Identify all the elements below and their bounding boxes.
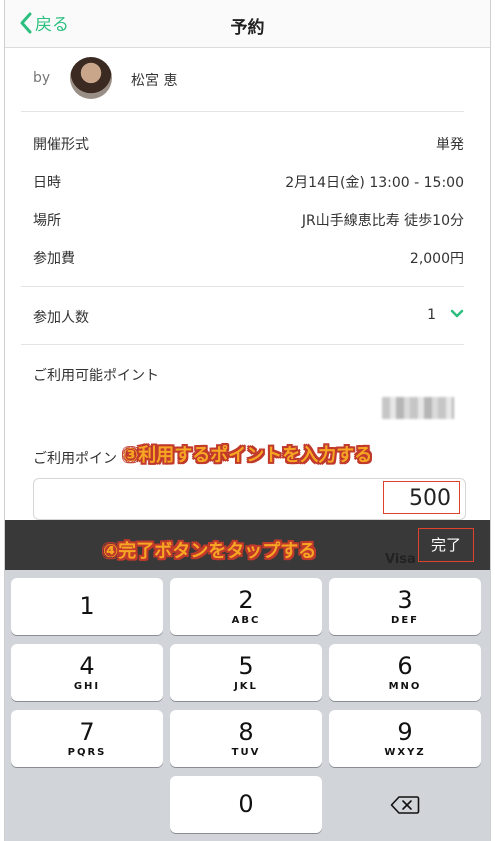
key-digit: 1 [79,592,95,620]
by-label: by [33,70,51,86]
detail-label: 日時 [33,175,61,191]
key-digit: 0 [238,790,254,818]
app-frame: 戻る 予約 by 松宮 恵 開催形式 単発 日時 2月14日(金) 13:00 … [4,0,491,841]
key-digit: 4 [79,652,95,680]
key-8[interactable]: 8 TUV [170,710,322,767]
key-digit: 9 [397,718,413,746]
detail-value: 単発 [436,137,464,153]
host-row[interactable]: by 松宮 恵 [21,48,464,112]
available-points-label: ご利用可能ポイント [33,368,159,384]
avatar [70,57,112,99]
key-letters: WXYZ [384,747,426,758]
page-title: 予約 [230,18,265,38]
key-letters: GHI [73,681,101,692]
use-points-label: ご利用ポイン [33,451,117,467]
key-1[interactable]: 1 [11,578,163,635]
chevron-down-icon [450,309,464,318]
participants-select[interactable]: 参加人数 1 [21,287,464,345]
key-3[interactable]: 3 DEF [329,578,481,635]
key-4[interactable]: 4 GHI [11,644,163,701]
key-7[interactable]: 7 PQRS [11,710,163,767]
detail-value: 2,000円 [409,251,464,267]
key-letters: JKL [234,681,258,692]
detail-label: 場所 [33,213,61,229]
key-6[interactable]: 6 MNO [329,644,481,701]
available-points-row: ご利用可能ポイント [21,345,464,425]
detail-row: 参加費 2,000円 [21,238,464,276]
annotation-step3: ③利用するポイントを入力する [123,445,373,466]
detail-value: 2月14日(金) 13:00 - 15:00 [285,175,464,191]
available-points-value-blurred [382,397,454,419]
detail-value: JR山手線恵比寿 徒歩10分 [301,213,464,229]
detail-row: 日時 2月14日(金) 13:00 - 15:00 [21,162,464,200]
annotation-step4: ④完了ボタンをタップする [103,541,317,562]
details-list: 開催形式 単発 日時 2月14日(金) 13:00 - 15:00 場所 JR山… [21,112,464,287]
nav-bar: 戻る 予約 [5,0,490,48]
delete-key[interactable] [329,776,481,833]
backspace-icon [390,796,420,814]
detail-label: 開催形式 [33,137,89,153]
payment-peek-text: Visa [385,552,416,567]
key-0[interactable]: 0 [170,776,322,833]
key-2[interactable]: 2 ABC [170,578,322,635]
key-digit: 8 [238,718,254,746]
numeric-keypad: 1 2 ABC 3 DEF 4 GHI 5 JKL 6 MNO 7 PQRS 8… [5,570,490,841]
key-digit: 6 [397,652,413,680]
key-digit: 2 [238,586,254,614]
done-button[interactable]: 完了 [418,528,474,562]
key-digit: 3 [397,586,413,614]
participants-value: 1 [427,307,436,323]
detail-row: 開催形式 単発 [21,124,464,162]
key-digit: 7 [79,718,95,746]
key-letters: TUV [231,747,261,758]
participants-label: 参加人数 [33,310,89,326]
detail-label: 参加費 [33,251,75,267]
key-5[interactable]: 5 JKL [170,644,322,701]
key-letters: DEF [391,615,419,626]
host-name: 松宮 恵 [131,73,178,89]
reservation-content: by 松宮 恵 開催形式 単発 日時 2月14日(金) 13:00 - 15:0… [21,48,464,425]
key-digit: 5 [238,652,254,680]
input-highlight-box [383,481,460,514]
key-letters: PQRS [67,747,107,758]
key-9[interactable]: 9 WXYZ [329,710,481,767]
detail-row: 場所 JR山手線恵比寿 徒歩10分 [21,200,464,238]
key-letters: ABC [231,615,261,626]
key-letters: MNO [388,681,422,692]
